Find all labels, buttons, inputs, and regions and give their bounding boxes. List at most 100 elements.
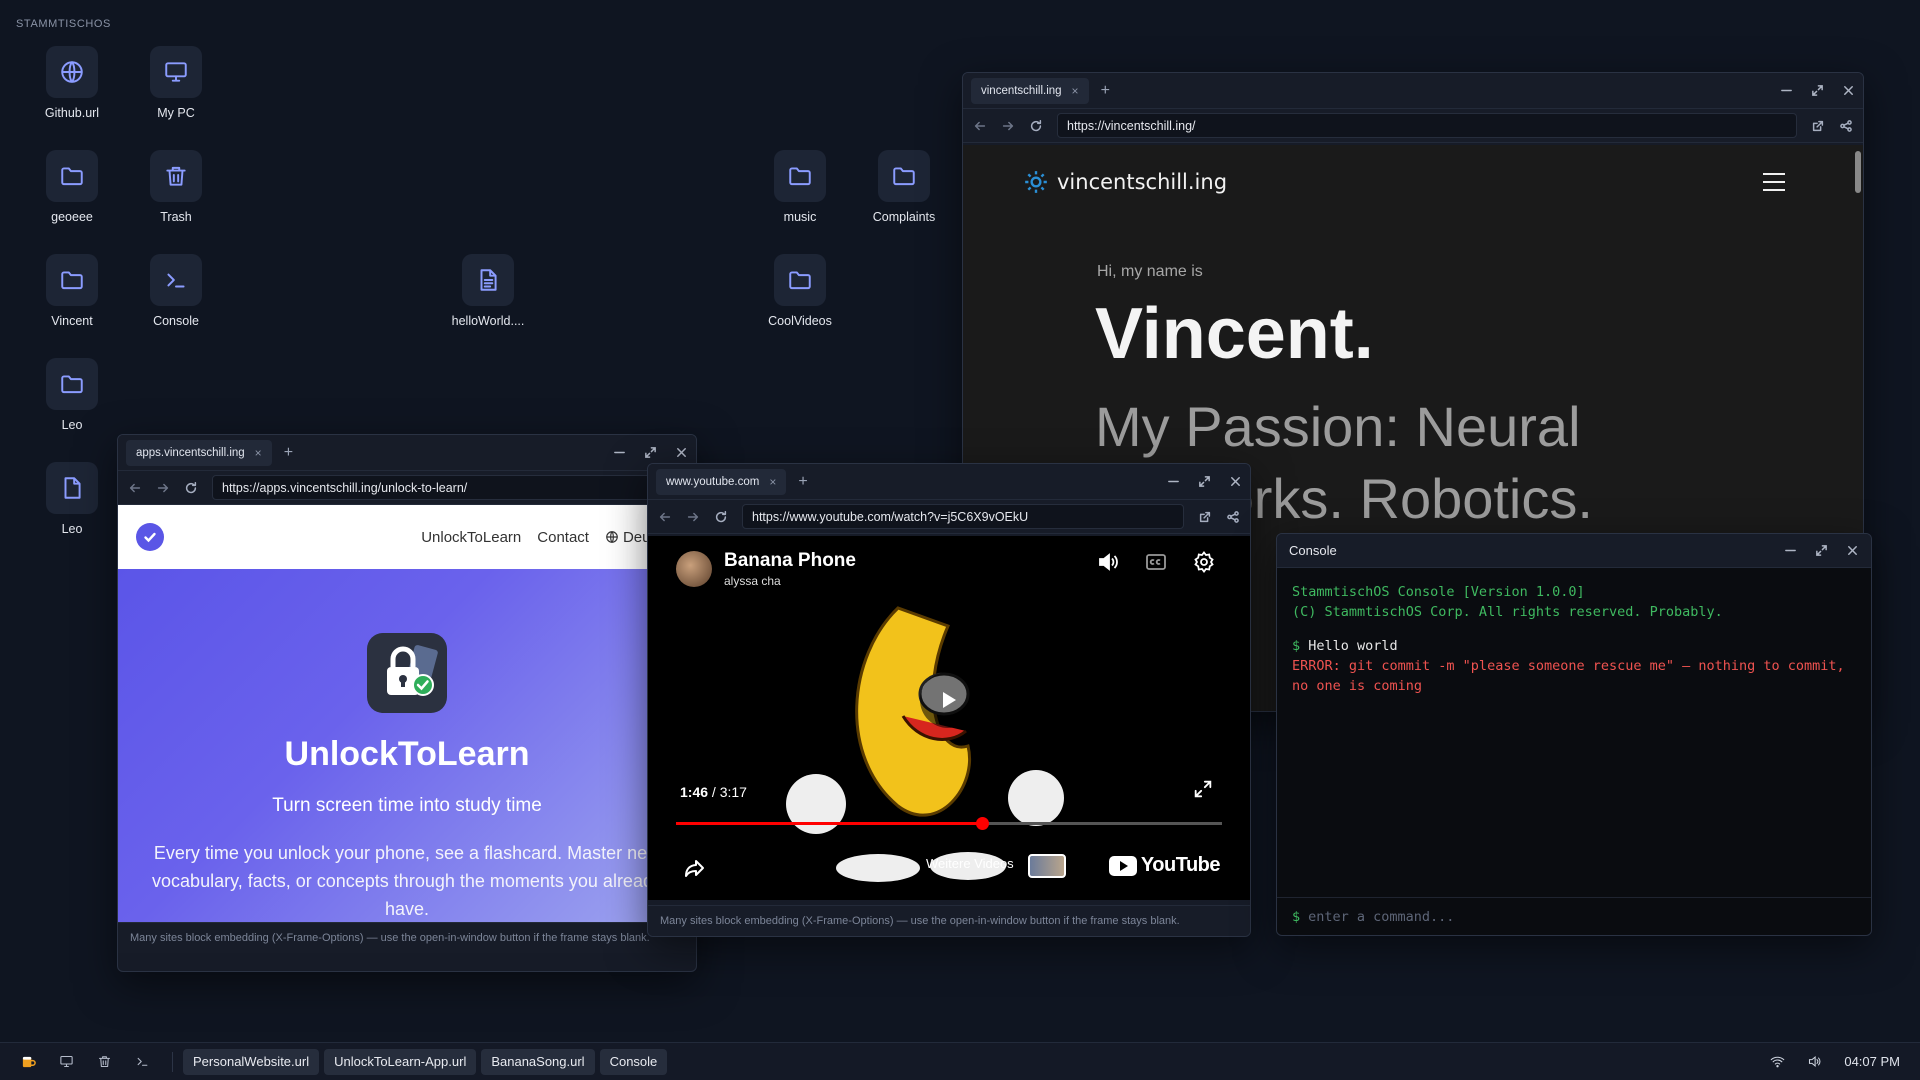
desktop-icon-leo-folder[interactable]: Leo <box>22 358 122 432</box>
taskbar-trash-button[interactable] <box>96 1054 112 1070</box>
scrollbar[interactable] <box>1855 151 1861 193</box>
close-tab-icon[interactable]: × <box>1072 84 1079 98</box>
channel-avatar[interactable] <box>676 551 712 587</box>
folder-icon <box>61 375 83 394</box>
console-input-placeholder: enter a command... <box>1308 908 1455 925</box>
browser-tab[interactable]: www.youtube.com × <box>656 468 787 495</box>
desktop-icon-music[interactable]: music <box>750 150 850 224</box>
share-icon[interactable] <box>1226 510 1240 524</box>
back-icon[interactable] <box>658 510 672 524</box>
window-titlebar[interactable]: apps.vincentschill.ing × + <box>118 435 696 471</box>
console-header-line: StammtischOS Console [Version 1.0.0] <box>1292 584 1585 600</box>
close-icon[interactable] <box>1842 84 1855 97</box>
desktop-icon-geoeee[interactable]: geoeee <box>22 150 122 224</box>
video-header: Banana Phone alyssa cha <box>676 550 856 588</box>
window-titlebar[interactable]: Console <box>1277 534 1871 568</box>
maximize-icon[interactable] <box>1811 84 1824 97</box>
clock[interactable]: 04:07 PM <box>1844 1054 1900 1069</box>
desktop-icon-label: My PC <box>157 106 195 120</box>
site-logo[interactable]: vincentschill.ing <box>1023 169 1227 195</box>
play-button[interactable] <box>920 672 976 728</box>
fullscreen-icon[interactable] <box>1192 778 1214 800</box>
close-tab-icon[interactable]: × <box>769 475 776 489</box>
duration: 3:17 <box>719 784 747 800</box>
progress-knob[interactable] <box>975 817 989 830</box>
file-icon <box>64 477 81 499</box>
check-logo-icon[interactable] <box>136 523 164 551</box>
more-videos-link[interactable]: Weitere Videos <box>926 856 1014 871</box>
hamburger-menu-icon[interactable] <box>1763 173 1785 197</box>
share-icon[interactable] <box>1839 119 1853 133</box>
desktop-icon-coolvideos[interactable]: CoolVideos <box>750 254 850 328</box>
gear-icon <box>1025 171 1047 193</box>
progress-bar[interactable] <box>676 817 1222 830</box>
nav-link-unlocktolearn[interactable]: UnlockToLearn <box>421 529 521 546</box>
desktop-icon-complaints[interactable]: Complaints <box>854 150 954 224</box>
terminal-icon <box>167 273 185 288</box>
desktop-icon-console[interactable]: Console <box>126 254 226 328</box>
close-icon[interactable] <box>1229 475 1242 488</box>
nav-link-contact[interactable]: Contact <box>537 529 589 546</box>
video-title[interactable]: Banana Phone <box>724 550 856 572</box>
desktop-icon-helloworld[interactable]: helloWorld.... <box>438 254 538 328</box>
taskbar-window-button[interactable]: UnlockToLearn-App.url <box>324 1048 477 1075</box>
close-icon[interactable] <box>1846 544 1859 557</box>
minimize-icon[interactable] <box>1784 544 1797 557</box>
address-bar[interactable]: https://www.youtube.com/watch?v=j5C6X9vO… <box>742 504 1184 529</box>
new-tab-button[interactable]: + <box>284 444 293 462</box>
start-button[interactable] <box>20 1054 36 1070</box>
desktop-icon-github[interactable]: Github.url <box>22 46 122 120</box>
desktop-icon-vincent[interactable]: Vincent <box>22 254 122 328</box>
console-input[interactable]: $ enter a command... <box>1277 897 1871 935</box>
reload-icon[interactable] <box>714 510 728 524</box>
taskbar-window-button[interactable]: Console <box>599 1048 668 1075</box>
console-command-line: $ Hello world <box>1292 636 1856 656</box>
settings-gear-icon[interactable] <box>1192 550 1216 574</box>
maximize-icon[interactable] <box>1815 544 1828 557</box>
desktop-icon-trash[interactable]: Trash <box>126 150 226 224</box>
wifi-icon[interactable] <box>1770 1054 1785 1069</box>
forward-icon[interactable] <box>686 510 700 524</box>
volume-icon[interactable] <box>1096 550 1120 574</box>
tab-title: apps.vincentschill.ing <box>136 446 245 459</box>
close-icon[interactable] <box>675 446 688 459</box>
taskbar-window-button[interactable]: PersonalWebsite.url <box>183 1048 320 1075</box>
taskbar-window-button[interactable]: BananaSong.url <box>481 1048 595 1075</box>
address-bar[interactable]: https://vincentschill.ing/ <box>1057 113 1797 138</box>
channel-name[interactable]: alyssa cha <box>724 574 856 588</box>
back-icon[interactable] <box>973 119 987 133</box>
open-external-icon[interactable] <box>1198 510 1212 524</box>
minimize-icon[interactable] <box>1167 475 1180 488</box>
new-tab-button[interactable]: + <box>1101 82 1110 100</box>
browser-tab[interactable]: apps.vincentschill.ing × <box>126 439 272 466</box>
taskbar-my-pc-button[interactable] <box>58 1054 74 1070</box>
address-bar[interactable]: https://apps.vincentschill.ing/unlock-to… <box>212 475 658 500</box>
forward-icon[interactable] <box>156 481 170 495</box>
forward-icon[interactable] <box>1001 119 1015 133</box>
captions-icon[interactable] <box>1144 550 1168 574</box>
minimize-icon[interactable] <box>1780 84 1793 97</box>
trash-icon <box>166 166 186 186</box>
hero-passion-line-1: My Passion: Neural <box>1095 395 1581 458</box>
browser-tab[interactable]: vincentschill.ing × <box>971 77 1089 104</box>
reload-icon[interactable] <box>1029 119 1043 133</box>
window-titlebar[interactable]: vincentschill.ing × + <box>963 73 1863 109</box>
back-icon[interactable] <box>128 481 142 495</box>
maximize-icon[interactable] <box>644 446 657 459</box>
youtube-logo[interactable]: YouTube <box>1108 854 1221 877</box>
video-player[interactable]: Banana Phone alyssa cha 1:46 / 3:17 Weit… <box>648 536 1250 900</box>
minimize-icon[interactable] <box>613 446 626 459</box>
current-time: 1:46 <box>680 784 709 800</box>
desktop-icon-my-pc[interactable]: My PC <box>126 46 226 120</box>
taskbar-console-button[interactable] <box>134 1054 150 1070</box>
desktop-icon-leo-file[interactable]: Leo <box>22 462 122 536</box>
window-titlebar[interactable]: www.youtube.com × + <box>648 464 1250 500</box>
more-videos-thumbnail[interactable] <box>1028 854 1066 878</box>
new-tab-button[interactable]: + <box>798 473 807 491</box>
volume-icon[interactable] <box>1807 1054 1822 1069</box>
share-arrow-icon[interactable] <box>682 856 706 880</box>
open-external-icon[interactable] <box>1811 119 1825 133</box>
maximize-icon[interactable] <box>1198 475 1211 488</box>
reload-icon[interactable] <box>184 481 198 495</box>
close-tab-icon[interactable]: × <box>255 446 262 460</box>
